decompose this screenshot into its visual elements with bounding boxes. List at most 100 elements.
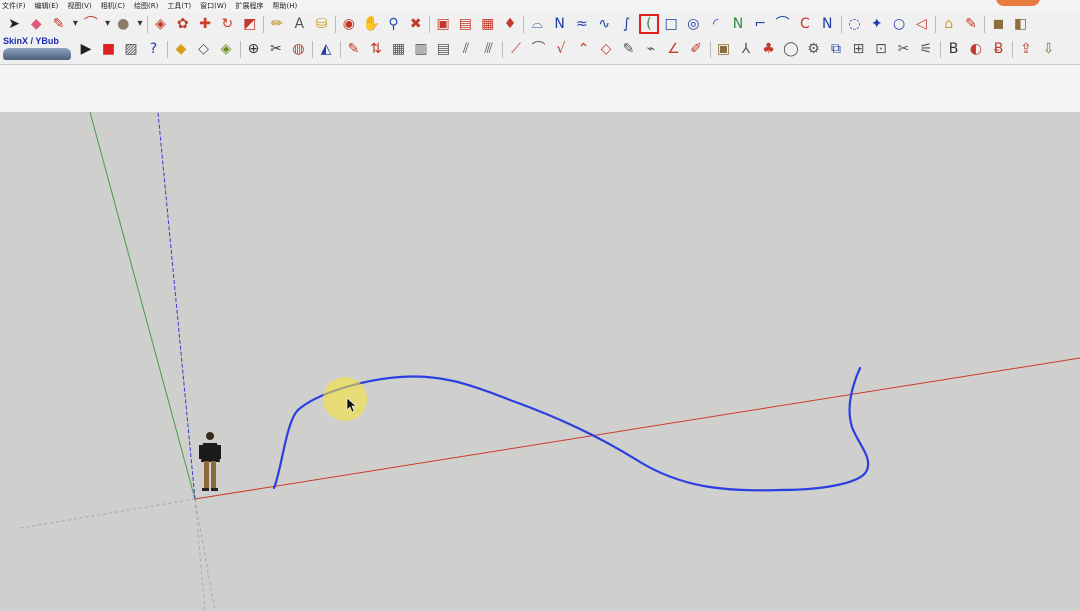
hook-curve-icon[interactable]: ⌐ bbox=[750, 14, 770, 34]
clone-icon[interactable]: ✎ bbox=[619, 39, 639, 59]
chamfer-icon[interactable]: ⌃ bbox=[574, 39, 594, 59]
edit-curve-icon[interactable]: ✎ bbox=[961, 14, 981, 34]
scale-figure-person[interactable] bbox=[199, 432, 221, 491]
window-icon[interactable]: ⊞ bbox=[849, 39, 869, 59]
follow-me-tool-icon[interactable]: ✿ bbox=[173, 14, 193, 34]
spline-icon[interactable]: ∿ bbox=[594, 14, 614, 34]
arc-tool-icon[interactable]: ⌒ bbox=[81, 14, 101, 34]
spiral-curve-icon[interactable]: ◎ bbox=[683, 14, 703, 34]
zoom-tool-icon[interactable]: ⚲ bbox=[384, 14, 404, 34]
teardrop-curve-icon[interactable]: ◁ bbox=[911, 14, 931, 34]
paint-icon[interactable]: ✐ bbox=[686, 39, 706, 59]
section-plane-icon[interactable]: ✂ bbox=[266, 39, 286, 59]
three-d-text-icon[interactable]: B bbox=[944, 39, 964, 59]
ruby-console-icon[interactable]: ♦ bbox=[500, 14, 520, 34]
select-tool-icon[interactable]: ➤ bbox=[4, 14, 24, 34]
polyline-icon[interactable]: Ν bbox=[550, 14, 570, 34]
skinx-ybub-logo[interactable]: SkinX / YBub bbox=[0, 36, 74, 62]
rotate-copy-icon[interactable]: ♣ bbox=[759, 39, 779, 59]
box-stack-icon[interactable]: ▣ bbox=[714, 39, 734, 59]
brush-icon[interactable]: ⚟ bbox=[916, 39, 936, 59]
loft-icon[interactable]: ✎ bbox=[344, 39, 364, 59]
export-icon[interactable]: ⇪ bbox=[1016, 39, 1036, 59]
solid-box-icon[interactable]: ◆ bbox=[171, 39, 191, 59]
zoom-extents-tool-icon[interactable]: ✖ bbox=[406, 14, 426, 34]
tube-icon[interactable]: ◇ bbox=[596, 39, 616, 59]
ring-icon[interactable]: ◯ bbox=[781, 39, 801, 59]
eraser-tool-icon[interactable]: ◆ bbox=[26, 14, 46, 34]
text-tool-icon[interactable]: A bbox=[289, 14, 309, 34]
path-icon[interactable]: ⟋ bbox=[506, 39, 526, 59]
component-icon[interactable]: ◼ bbox=[988, 14, 1008, 34]
flip-box-icon[interactable]: ◈ bbox=[216, 39, 236, 59]
strips-icon[interactable]: ⫽ bbox=[456, 39, 476, 59]
help-question-icon[interactable]: ? bbox=[144, 39, 164, 59]
menu-view[interactable]: 视图(V) bbox=[67, 0, 91, 12]
extrude-icon[interactable]: ⇅ bbox=[366, 39, 386, 59]
tools-icon[interactable]: ✂ bbox=[894, 39, 914, 59]
lattice-icon[interactable]: ▤ bbox=[434, 39, 454, 59]
bezier-curve-icon[interactable]: ⌓ bbox=[527, 14, 547, 34]
orbit-tool-icon[interactable]: ◉ bbox=[339, 14, 359, 34]
zigzag-curve-icon[interactable]: Ν bbox=[728, 14, 748, 34]
angle-icon[interactable]: ∠ bbox=[664, 39, 684, 59]
gear-icon[interactable]: ⚙ bbox=[804, 39, 824, 59]
mirror-icon[interactable]: ◭ bbox=[316, 39, 336, 59]
rotate-tool-icon[interactable]: ↻ bbox=[217, 14, 237, 34]
move-tool-icon[interactable]: ✚ bbox=[195, 14, 215, 34]
panel-icon[interactable]: ▥ bbox=[411, 39, 431, 59]
menu-tools[interactable]: 工具(T) bbox=[167, 0, 191, 12]
scale-tool-icon[interactable]: ◩ bbox=[240, 14, 260, 34]
warehouse-icon[interactable]: ▣ bbox=[433, 14, 453, 34]
menu-edit[interactable]: 编辑(E) bbox=[35, 0, 59, 12]
share-model-icon[interactable]: ▦ bbox=[478, 14, 498, 34]
joint-icon[interactable]: ⌁ bbox=[641, 39, 661, 59]
column-icon[interactable]: ⅄ bbox=[736, 39, 756, 59]
menu-window[interactable]: 窗口(W) bbox=[200, 0, 226, 12]
menu-help[interactable]: 帮助(H) bbox=[272, 0, 297, 12]
fillet-icon[interactable]: √ bbox=[551, 39, 571, 59]
play-button-icon[interactable]: ▶ bbox=[76, 39, 96, 59]
line-dropdown-chevron-icon[interactable]: ▾ bbox=[71, 14, 80, 34]
menu-file[interactable]: 文件(F) bbox=[2, 0, 26, 12]
layers-icon[interactable]: ⧉ bbox=[826, 39, 846, 59]
open-box-icon[interactable]: ◇ bbox=[194, 39, 214, 59]
fence-icon[interactable]: ⊡ bbox=[871, 39, 891, 59]
soap-skin-icon[interactable]: ⌂ bbox=[939, 14, 959, 34]
slats-icon[interactable]: ⫻ bbox=[479, 39, 499, 59]
paint-bucket-tool-icon[interactable]: ⛁ bbox=[312, 14, 332, 34]
shapes-tool-icon[interactable]: ● bbox=[113, 14, 133, 34]
record-button-icon[interactable]: ■ bbox=[99, 39, 119, 59]
arch-curve-icon[interactable]: ⌒ bbox=[773, 14, 793, 34]
picture-frame-icon[interactable]: ▨ bbox=[121, 39, 141, 59]
circle-points-icon[interactable]: ◌ bbox=[845, 14, 865, 34]
import-icon[interactable]: ⇩ bbox=[1039, 39, 1059, 59]
tape-measure-tool-icon[interactable]: ✏ bbox=[267, 14, 287, 34]
extension-warehouse-icon[interactable]: ▤ bbox=[455, 14, 475, 34]
arc-curve-icon[interactable]: ( bbox=[638, 14, 659, 34]
cubic-bezier-icon[interactable]: ∫ bbox=[617, 14, 637, 34]
shapes-dropdown-chevron-icon[interactable]: ▾ bbox=[136, 14, 145, 34]
c-curve-icon[interactable]: C bbox=[795, 14, 815, 34]
menu-draw[interactable]: 绘图(R) bbox=[134, 0, 158, 12]
3d-viewport[interactable] bbox=[0, 112, 1080, 611]
arc-dropdown-chevron-icon[interactable]: ▾ bbox=[103, 14, 112, 34]
wave-curve-icon[interactable]: Ν bbox=[817, 14, 837, 34]
pan-tool-icon[interactable]: ✋ bbox=[361, 14, 381, 34]
axis-icon[interactable]: ⊕ bbox=[244, 39, 264, 59]
rectangle-curve-icon[interactable]: □ bbox=[661, 14, 681, 34]
wrench-icon[interactable]: ✦ bbox=[867, 14, 887, 34]
freehand-curve-icon[interactable]: ≈ bbox=[572, 14, 592, 34]
oval-curve-icon[interactable]: ○ bbox=[889, 14, 909, 34]
line-tool-icon[interactable]: ✎ bbox=[49, 14, 69, 34]
bu-plugin-icon[interactable]: Ƀ bbox=[989, 39, 1009, 59]
grid-icon[interactable]: ▦ bbox=[389, 39, 409, 59]
push-pull-tool-icon[interactable]: ◈ bbox=[151, 14, 171, 34]
scene-canvas[interactable] bbox=[0, 112, 1080, 611]
open-arc-icon[interactable]: ◜ bbox=[706, 14, 726, 34]
offset-curve-icon[interactable]: ⌒ bbox=[529, 39, 549, 59]
section-display-icon[interactable]: ◍ bbox=[289, 39, 309, 59]
menu-extensions[interactable]: 扩展程序 bbox=[235, 0, 263, 12]
sweep-icon[interactable]: ◐ bbox=[966, 39, 986, 59]
menu-camera[interactable]: 相机(C) bbox=[101, 0, 125, 12]
